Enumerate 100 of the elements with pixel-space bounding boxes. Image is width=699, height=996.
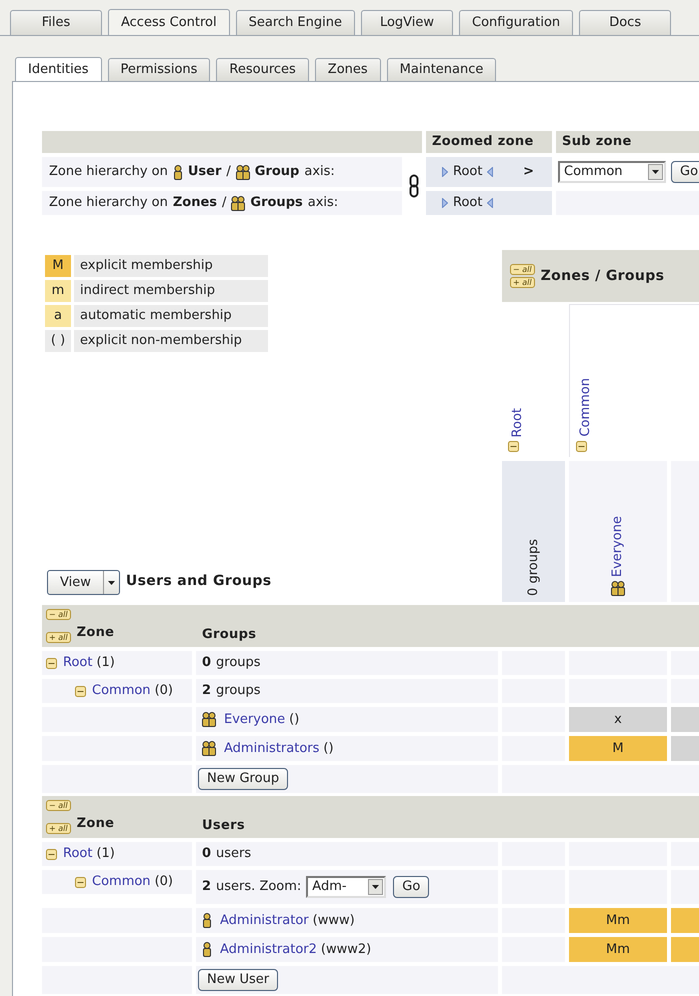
zone-link[interactable]: Common <box>92 872 151 892</box>
membership-cell: x <box>569 707 667 732</box>
left-triangle-icon <box>487 167 494 177</box>
button[interactable]: New User <box>198 969 278 991</box>
people-group-icon <box>611 581 625 596</box>
tab[interactable]: Search Engine <box>236 10 355 35</box>
detail-text: (www2) <box>320 940 372 959</box>
person-icon <box>202 942 212 957</box>
section-title: Users and Groups <box>126 572 272 591</box>
zone-count: (1) <box>96 845 115 864</box>
separator-text: / <box>222 194 226 212</box>
membership-cell <box>671 908 699 933</box>
count-number: 2 <box>202 682 212 700</box>
membership-cell <box>671 707 699 732</box>
tab[interactable]: Maintenance <box>386 58 496 81</box>
count-number: 0 <box>202 845 212 864</box>
person-icon <box>202 913 212 928</box>
column-header: Users <box>202 816 245 834</box>
people-group-icon <box>231 196 246 210</box>
zone-link[interactable]: Common <box>92 681 151 701</box>
axis-name: Zones <box>172 194 218 212</box>
membership-cell: Mm <box>569 937 667 962</box>
legend-text: indirect membership <box>74 280 268 302</box>
select-value: Common <box>563 163 624 182</box>
detail-text: (www) <box>312 912 355 930</box>
tab[interactable]: Identities <box>15 57 102 81</box>
left-triangle-icon <box>487 198 494 208</box>
toggle-all-button[interactable]: − all <box>46 609 71 620</box>
count-label: users <box>216 845 252 864</box>
axis-name: Group <box>254 163 300 182</box>
dropdown-select[interactable]: Adm- <box>306 876 386 898</box>
tab[interactable]: Configuration <box>459 10 574 35</box>
axis-label: Zone hierarchy on <box>49 163 168 182</box>
arrow-text: > <box>523 163 534 182</box>
toggle-all-button[interactable]: − all <box>510 264 535 275</box>
tab[interactable]: Zones <box>314 58 381 81</box>
group-link[interactable]: Administrators <box>224 738 320 758</box>
legend-symbol: ( ) <box>45 330 71 352</box>
button[interactable]: New Group <box>198 768 288 790</box>
person-icon <box>172 164 183 180</box>
zone-column-link[interactable]: Root <box>508 408 528 437</box>
zone-link[interactable]: Root <box>453 162 482 182</box>
count-label: groups <box>216 682 261 700</box>
dropdown-select[interactable]: Common <box>558 161 666 183</box>
group-column-link[interactable]: Everyone <box>608 516 628 577</box>
zone-count: (0) <box>154 682 173 700</box>
detail-text: () <box>289 710 300 729</box>
zone-link[interactable]: Root <box>63 844 92 864</box>
chain-link-icon <box>409 174 419 198</box>
count-label: users. Zoom: <box>216 878 302 896</box>
axis-label: axis: <box>308 194 338 212</box>
legend-symbol: M <box>45 255 71 277</box>
button[interactable]: Go <box>393 876 430 898</box>
user-link[interactable]: Administrator <box>220 910 309 930</box>
zone-count: (1) <box>96 654 115 672</box>
toggle-all-button[interactable]: + all <box>510 277 535 288</box>
people-group-icon <box>236 164 250 180</box>
legend-text: explicit non-membership <box>74 330 268 352</box>
column-header: Zone <box>76 815 114 834</box>
user-link[interactable]: Administrator2 <box>220 940 317 960</box>
view-button[interactable]: View <box>47 570 120 595</box>
select-value: Adm- <box>311 878 348 896</box>
tab[interactable]: Access Control <box>108 9 230 35</box>
tab[interactable]: Resources <box>216 58 309 81</box>
group-count: 0 groups <box>524 539 542 596</box>
toggle-all-button[interactable]: + all <box>46 632 71 643</box>
group-link[interactable]: Everyone <box>224 710 286 730</box>
count-number: 2 <box>202 878 212 896</box>
column-header: Groups <box>202 626 256 644</box>
membership-cell <box>671 736 699 761</box>
separator-text: / <box>226 163 231 182</box>
legend-text: automatic membership <box>74 305 268 327</box>
right-triangle-icon <box>442 167 448 177</box>
column-header: Sub zone <box>562 133 632 152</box>
legend-text: explicit membership <box>74 255 268 277</box>
axis-name: User <box>188 163 222 182</box>
matrix-title: Zones / Groups <box>540 266 664 286</box>
legend-symbol: a <box>45 305 71 327</box>
tab[interactable]: LogView <box>361 10 453 35</box>
zone-link[interactable]: Root <box>63 653 92 673</box>
count-number: 0 <box>202 654 212 672</box>
zone-column-link[interactable]: Common <box>576 378 596 437</box>
detail-text: () <box>323 740 334 758</box>
right-triangle-icon <box>442 198 448 208</box>
toggle-all-button[interactable]: − all <box>46 800 71 812</box>
toggle-all-button[interactable]: + all <box>46 822 71 834</box>
people-group-icon <box>202 712 216 727</box>
membership-cell: M <box>569 736 667 761</box>
zone-link[interactable]: Root <box>453 193 482 213</box>
axis-label: axis: <box>304 163 335 182</box>
tab[interactable]: Docs <box>579 10 672 35</box>
membership-cell: Mm <box>569 908 667 933</box>
zone-count: (0) <box>154 873 173 892</box>
tab[interactable]: Permissions <box>108 58 210 81</box>
count-label: groups <box>216 654 261 672</box>
tab[interactable]: Files <box>10 10 102 35</box>
membership-cell <box>671 937 699 962</box>
button[interactable]: Go <box>671 161 699 183</box>
axis-label: Zone hierarchy on <box>49 194 168 212</box>
legend-symbol: m <box>45 280 71 302</box>
